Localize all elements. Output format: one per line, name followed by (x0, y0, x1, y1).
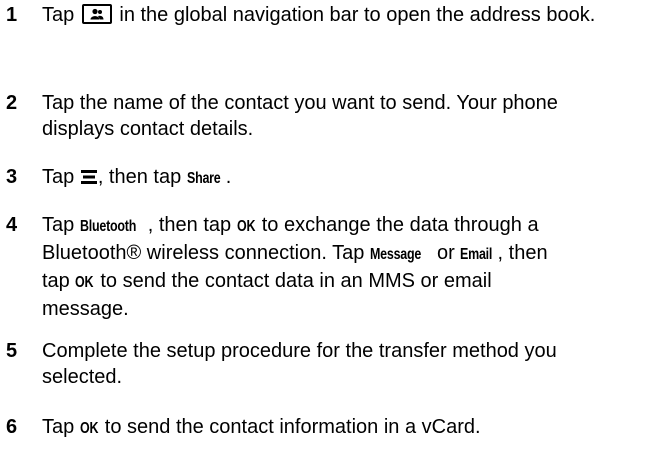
step-number: 5 (6, 340, 18, 362)
ok-label: OK (236, 218, 255, 235)
step-4-line-2: Bluetooth® wireless connection. Tap Mess… (42, 240, 642, 268)
menu-icon (80, 165, 97, 191)
step-text: Complete the setup procedure for the tra… (42, 338, 642, 390)
step-text: Tap Bluetooth , then tap OK to exchange t… (42, 212, 642, 322)
step-number: 4 (6, 214, 18, 236)
bluetooth-label: Bluetooth (79, 218, 136, 235)
text-run: Tap (42, 214, 75, 236)
ok-label: OK (75, 274, 94, 291)
text-run: to send the contact data in an MMS or em… (100, 270, 492, 292)
address-book-icon (81, 4, 112, 24)
step-4-line-1: Tap Bluetooth , then tap OK to exchange t… (42, 212, 642, 240)
text-run: to send the contact information in a vCa… (104, 416, 481, 438)
step-text: Tap OK to send the contact information i… (42, 414, 642, 442)
step-1-text-b: in the global navigation bar to open the… (119, 4, 596, 26)
step-5-line-1: Complete the setup procedure for the tra… (42, 340, 557, 362)
step-1-text-a: Tap (42, 4, 75, 26)
step-3-text-b: , then tap (97, 166, 182, 188)
step-text: Tap the name of the contact you want to … (42, 90, 642, 142)
text-run: Bluetooth® wireless connection. Tap (42, 242, 365, 264)
text-run: , then tap (147, 214, 232, 236)
text-run: or (436, 242, 455, 264)
step-2-line-1: Tap the name of the contact you want to … (42, 92, 558, 114)
text-run: to exchange the data through a (261, 214, 539, 236)
email-label: Email (460, 246, 493, 263)
text-run: , then (497, 242, 548, 264)
message-label: Message (369, 246, 421, 263)
step-3-text-c: . (225, 166, 232, 188)
ok-label: OK (79, 420, 99, 437)
instruction-page: 1 Tap in the global navigation bar to op… (0, 0, 650, 450)
text-run: Tap (42, 416, 75, 438)
step-number: 6 (6, 416, 18, 438)
text-run: tap (42, 270, 70, 292)
step-number: 1 (6, 4, 18, 26)
step-3-text-a: Tap (42, 166, 75, 188)
step-4-line-3: tap OK to send the contact data in an MM… (42, 268, 642, 296)
step-text: Tap in the global navigation bar to open… (42, 2, 642, 28)
step-number: 2 (6, 92, 18, 114)
share-label: Share (186, 170, 221, 187)
step-2-line-2: displays contact details. (42, 118, 254, 140)
step-4-line-4: message. (42, 298, 129, 320)
step-text: Tap , then tap Share. (42, 164, 642, 192)
step-number: 3 (6, 166, 18, 188)
step-5-line-2: selected. (42, 366, 123, 388)
